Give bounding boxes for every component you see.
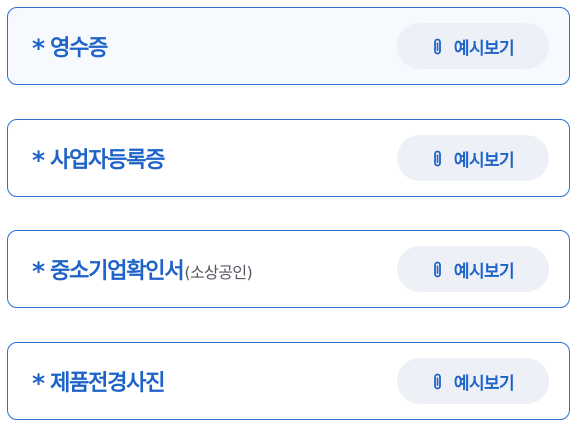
paperclip-icon [434,38,441,54]
required-marker: * [32,146,46,175]
paperclip-icon [434,150,441,166]
preview-button-label: 예시보기 [453,150,515,171]
document-subtitle: (소상공인) [184,263,253,282]
document-card-sme-certificate[interactable]: * 중소기업확인서 (소상공인) 예시보기 [7,230,570,308]
required-documents-list: * 영수증 예시보기 * 사업자등록증 예시보기 * 중소기업확인서 (소상공인… [0,0,579,433]
required-marker: * [32,257,46,286]
preview-example-button[interactable]: 예시보기 [397,246,549,292]
preview-example-button[interactable]: 예시보기 [397,135,549,181]
document-title: * 중소기업확인서 (소상공인) [32,253,253,286]
required-marker: * [32,34,46,63]
paperclip-icon [434,373,441,389]
required-marker: * [32,369,46,398]
document-card-business-registration[interactable]: * 사업자등록증 예시보기 [7,119,570,197]
document-title-text: 중소기업확인서 [50,259,184,284]
document-card-product-photo[interactable]: * 제품전경사진 예시보기 [7,342,570,420]
preview-button-label: 예시보기 [453,373,515,394]
document-card-receipt[interactable]: * 영수증 예시보기 [7,7,570,85]
document-title-text: 제품전경사진 [50,371,165,396]
document-title: * 사업자등록증 [32,142,166,175]
preview-button-label: 예시보기 [453,38,515,59]
preview-example-button[interactable]: 예시보기 [397,358,549,404]
preview-button-label: 예시보기 [453,261,515,282]
paperclip-icon [434,261,441,277]
document-title-text: 영수증 [50,36,108,61]
document-title-text: 사업자등록증 [50,148,165,173]
document-title: * 제품전경사진 [32,365,166,398]
document-title: * 영수증 [32,30,108,63]
preview-example-button[interactable]: 예시보기 [397,23,549,69]
